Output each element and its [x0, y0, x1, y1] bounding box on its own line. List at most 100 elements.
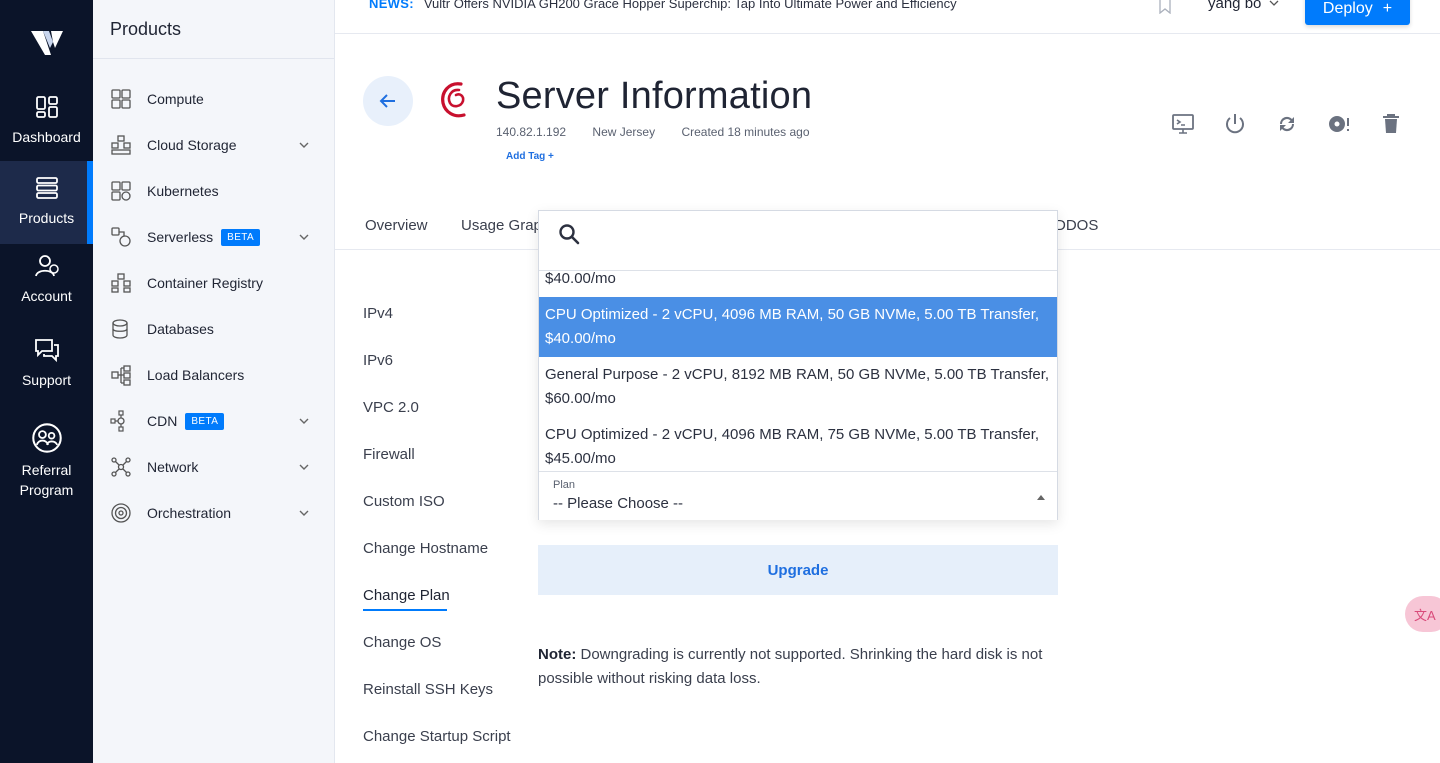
restart-icon[interactable] — [1275, 112, 1299, 136]
deploy-button[interactable]: Deploy + — [1305, 0, 1410, 25]
add-tag-link[interactable]: Add Tag + — [506, 151, 554, 162]
settings-item-ipv6[interactable]: IPv6 — [363, 352, 393, 369]
sidebar-item-network[interactable]: Network — [93, 447, 334, 487]
tab-ddos[interactable]: DDOS — [1055, 217, 1098, 234]
plan-dropdown: $40.00/mo CPU Optimized - 2 vCPU, 4096 M… — [538, 210, 1058, 520]
settings-item-custom-iso[interactable]: Custom ISO — [363, 493, 445, 510]
plan-option-selected[interactable]: CPU Optimized - 2 vCPU, 4096 MB RAM, 50 … — [539, 297, 1057, 357]
translate-icon: 文A — [1414, 607, 1436, 623]
rail-item-dashboard[interactable]: Dashboard — [0, 93, 93, 155]
deploy-label: Deploy — [1322, 0, 1373, 17]
chevron-down-icon[interactable] — [298, 461, 310, 473]
sidebar-item-compute[interactable]: Compute — [93, 79, 334, 119]
arrow-left-icon — [379, 94, 395, 108]
beta-badge: BETA — [221, 228, 261, 246]
back-button[interactable] — [363, 76, 413, 126]
debian-logo-icon — [441, 82, 466, 118]
rail-item-products[interactable]: Products — [0, 161, 93, 244]
cloud-storage-icon — [111, 135, 131, 155]
rail-item-referral[interactable]: Referral Program — [0, 422, 93, 502]
settings-item-ipv4[interactable]: IPv4 — [363, 305, 393, 322]
reinstall-icon[interactable] — [1327, 112, 1351, 136]
chevron-down-icon[interactable] — [298, 415, 310, 427]
settings-item-reinstall-ssh-keys[interactable]: Reinstall SSH Keys — [363, 681, 493, 698]
sidebar-item-label: Cloud Storage — [147, 137, 237, 153]
plan-field-value: -- Please Choose -- — [553, 495, 684, 512]
settings-item-vpc[interactable]: VPC 2.0 — [363, 399, 419, 416]
settings-item-firewall[interactable]: Firewall — [363, 446, 415, 463]
search-icon — [559, 224, 580, 245]
plan-option[interactable]: $40.00/mo — [539, 271, 1057, 297]
upgrade-button[interactable]: Upgrade — [538, 545, 1058, 595]
rail-label: Support — [21, 372, 72, 388]
sidebar-item-label: Compute — [147, 91, 204, 107]
tab-usage-graphs[interactable]: Usage Grap — [461, 217, 542, 234]
sidebar-item-container-registry[interactable]: Container Registry — [93, 263, 334, 303]
top-bar: NEWS: Vultr Offers NVIDIA GH200 Grace Hop… — [335, 0, 1440, 34]
bookmark-icon[interactable] — [1158, 0, 1172, 14]
power-icon[interactable] — [1223, 112, 1247, 136]
sidebar-item-serverless[interactable]: Serverless BETA — [93, 217, 334, 257]
divider — [93, 58, 334, 59]
rail-item-support[interactable]: Support — [0, 336, 93, 396]
sidebar-item-label: Container Registry — [147, 275, 263, 291]
network-icon — [111, 457, 131, 477]
console-icon[interactable] — [1171, 112, 1195, 136]
sidebar-item-kubernetes[interactable]: Kubernetes — [93, 171, 334, 211]
plan-option-line2: $45.00/mo — [545, 450, 616, 467]
server-created: Created 18 minutes ago — [681, 125, 810, 139]
chevron-down-icon[interactable] — [1269, 0, 1279, 8]
sidebar-item-label: Network — [147, 459, 199, 475]
trash-icon[interactable] — [1379, 112, 1403, 136]
plan-search[interactable] — [539, 211, 1057, 271]
news-banner[interactable]: NEWS: Vultr Offers NVIDIA GH200 Grace Hop… — [369, 0, 957, 11]
plus-icon: + — [1382, 0, 1393, 17]
plan-options-list: $40.00/mo CPU Optimized - 2 vCPU, 4096 M… — [539, 271, 1057, 471]
translate-button[interactable]: 文A — [1405, 596, 1440, 632]
products-sidebar: Products Compute Cloud Storage Kubernete… — [93, 0, 335, 763]
chevron-down-icon[interactable] — [298, 139, 310, 151]
sidebar-item-orchestration[interactable]: Orchestration — [93, 493, 334, 533]
compute-icon — [111, 89, 131, 109]
account-icon — [34, 255, 59, 277]
server-actions — [1171, 112, 1403, 136]
plan-select[interactable]: Plan -- Please Choose -- — [539, 471, 1057, 520]
rail-label: Dashboard — [12, 129, 81, 145]
server-meta: 140.82.1.192 New Jersey Created 18 minut… — [496, 125, 833, 139]
settings-item-change-plan[interactable]: Change Plan — [363, 587, 450, 611]
chevron-down-icon[interactable] — [298, 231, 310, 243]
settings-item-change-hostname[interactable]: Change Hostname — [363, 540, 488, 557]
news-text: Vultr Offers NVIDIA GH200 Grace Hopper S… — [423, 0, 957, 11]
support-icon — [34, 339, 59, 363]
plan-option-line2: $40.00/mo — [545, 330, 616, 347]
server-ip: 140.82.1.192 — [496, 125, 567, 139]
note-text: Downgrading is currently not supported. … — [538, 646, 1043, 687]
sidebar-item-cloud-storage[interactable]: Cloud Storage — [93, 125, 334, 165]
sidebar-title: Products — [110, 19, 182, 39]
sidebar-item-label: Load Balancers — [147, 367, 245, 383]
plan-option-line1: General Purpose - 2 vCPU, 8192 MB RAM, 5… — [545, 366, 1050, 383]
vultr-logo-icon[interactable] — [29, 28, 65, 58]
orchestration-icon — [111, 503, 131, 523]
settings-item-change-os[interactable]: Change OS — [363, 634, 441, 651]
sidebar-item-load-balancers[interactable]: Load Balancers — [93, 355, 334, 395]
sidebar-item-databases[interactable]: Databases — [93, 309, 334, 349]
kubernetes-icon — [111, 181, 131, 201]
downgrade-note: Note: Downgrading is currently not suppo… — [538, 643, 1058, 691]
tab-overview[interactable]: Overview — [365, 217, 428, 234]
sidebar-item-label: Databases — [147, 321, 214, 337]
plan-option-line2: $60.00/mo — [545, 390, 616, 407]
container-registry-icon — [111, 273, 131, 293]
settings-item-change-startup-script[interactable]: Change Startup Script — [363, 728, 511, 745]
rail-item-account[interactable]: Account — [0, 252, 93, 312]
plan-option[interactable]: CPU Optimized - 2 vCPU, 4096 MB RAM, 75 … — [539, 417, 1057, 471]
sidebar-item-label: Kubernetes — [147, 183, 219, 199]
database-icon — [112, 319, 128, 339]
sidebar-item-cdn[interactable]: CDN BETA — [93, 401, 334, 441]
user-menu[interactable]: yang bo — [1208, 0, 1261, 12]
beta-badge: BETA — [185, 412, 225, 430]
plan-option-line1: CPU Optimized - 2 vCPU, 4096 MB RAM, 75 … — [545, 426, 1040, 443]
rail-label: Referral — [21, 462, 72, 478]
chevron-down-icon[interactable] — [298, 507, 310, 519]
plan-option[interactable]: General Purpose - 2 vCPU, 8192 MB RAM, 5… — [539, 357, 1057, 417]
